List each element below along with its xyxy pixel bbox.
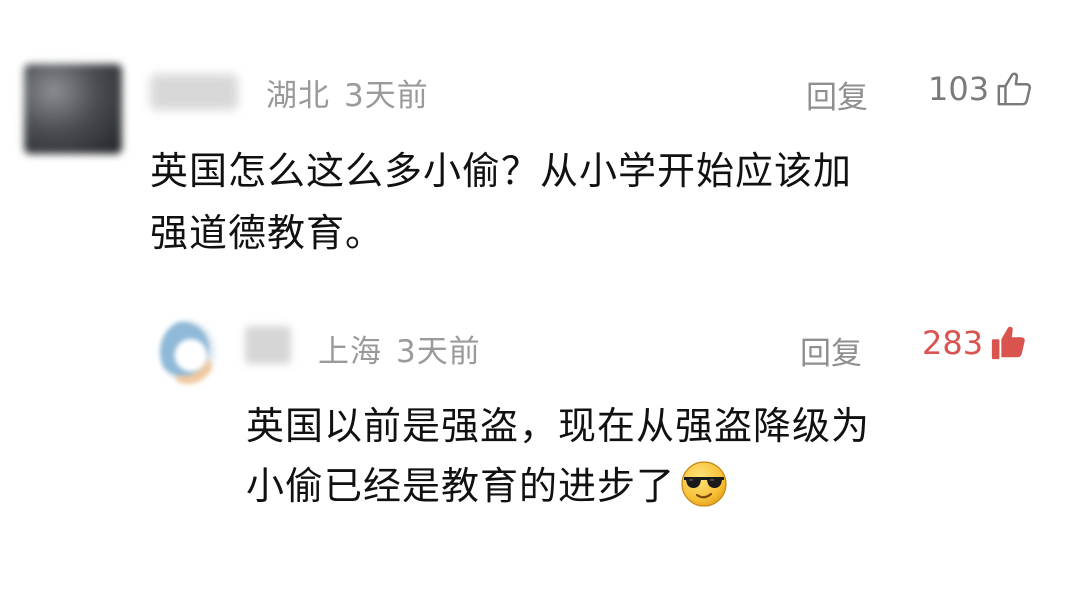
comment-text-line-with-emoji: 小偷已经是教育的进步了 xyxy=(246,456,1046,516)
comment-meta: 湖北 3天前 xyxy=(266,70,429,115)
like-button[interactable]: 103 xyxy=(928,70,1033,108)
location-label: 上海 xyxy=(318,334,382,370)
thumbs-up-filled-icon xyxy=(991,326,1025,360)
location-label: 湖北 xyxy=(266,78,330,114)
reply-button[interactable]: 回复 xyxy=(800,328,862,373)
avatar[interactable] xyxy=(24,64,122,154)
comment-text-line: 英国以前是强盗，现在从强盗降级为 xyxy=(246,404,871,448)
comment-text: 英国怎么这么多小偷？从小学开始应该加 强道德教育。 xyxy=(150,140,1030,264)
comment-meta: 上海 3天前 xyxy=(318,326,481,371)
comment-text-line: 英国怎么这么多小偷？从小学开始应该加 xyxy=(150,149,853,193)
sunglasses-smile-emoji-icon xyxy=(681,461,727,507)
comment-text-segment: 小偷已经是教育的进步了 xyxy=(246,464,676,508)
comment-text: 英国以前是强盗，现在从强盗降级为 小偷已经是教育的进步了 xyxy=(246,396,1046,516)
like-count: 283 xyxy=(922,324,984,362)
comment-text-line: 强道德教育。 xyxy=(150,211,385,255)
like-count: 103 xyxy=(928,70,990,108)
username-blurred[interactable] xyxy=(245,326,291,364)
reply-button[interactable]: 回复 xyxy=(806,72,868,117)
avatar[interactable] xyxy=(160,320,216,384)
timestamp: 3天前 xyxy=(344,78,429,114)
timestamp: 3天前 xyxy=(396,334,481,370)
username-blurred[interactable] xyxy=(150,74,238,110)
like-button[interactable]: 283 xyxy=(922,324,1027,362)
thumbs-up-outline-icon xyxy=(997,72,1032,106)
